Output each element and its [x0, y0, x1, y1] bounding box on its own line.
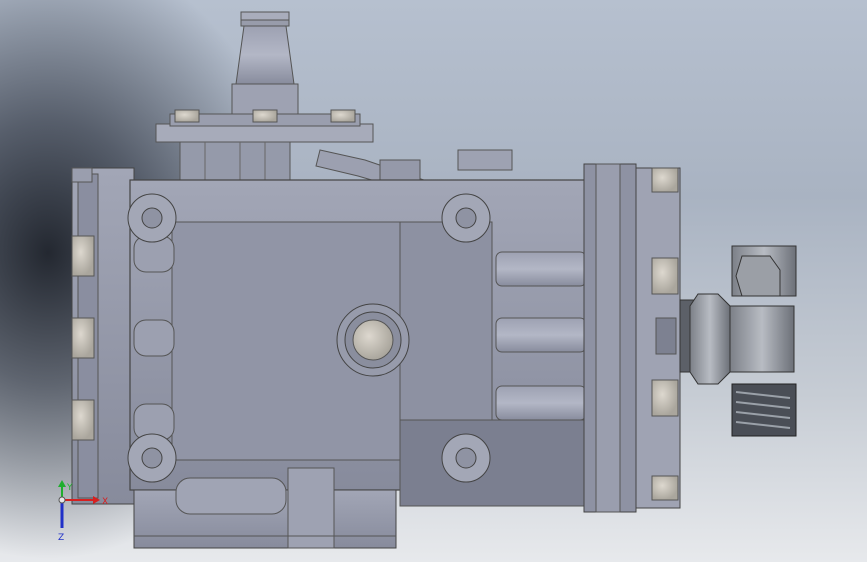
pump-model[interactable] [0, 0, 867, 562]
cad-viewport[interactable]: Y X Z [0, 0, 867, 562]
inlet-nozzle [231, 11, 299, 117]
z-axis-label: Z [58, 533, 64, 543]
axis-triad: Y X Z [58, 480, 108, 543]
origin-icon [58, 496, 66, 504]
x-axis-arrow-icon [93, 496, 100, 504]
outlet-fitting [679, 245, 797, 437]
top-boss [457, 149, 513, 171]
drain-plug [336, 303, 410, 377]
rear-cover [71, 167, 135, 505]
manifold-head [583, 163, 681, 513]
y-axis-arrow-icon [58, 480, 66, 487]
y-axis-label: Y [66, 483, 73, 493]
x-axis-label: X [102, 497, 108, 507]
